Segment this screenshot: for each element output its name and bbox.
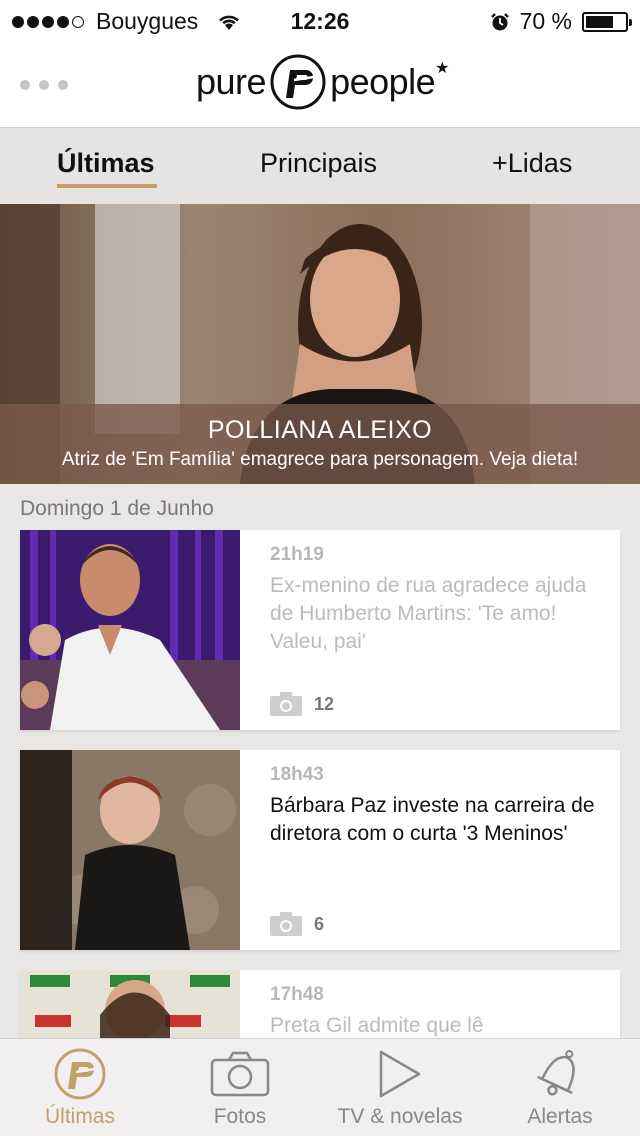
article-time: 21h19 [270,544,324,565]
status-bar: Bouygues 12:26 70 % [0,0,640,42]
hero-caption: POLLIANA ALEIXO Atriz de 'Em Família' em… [0,404,640,484]
bottom-tab-bar: Últimas Fotos TV & novelas Alertas [0,1038,640,1136]
purepeople-logo-icon [54,1048,106,1100]
tabbar-item-tv-novelas[interactable]: TV & novelas [330,1045,470,1129]
tabbar-label: Últimas [44,1105,115,1128]
camera-icon [210,1051,270,1097]
section-tabs: Últimas Principais +Lidas [0,128,640,204]
tabbar-label: TV & novelas [337,1105,463,1128]
logo-text-pure: pure [196,61,267,102]
tab-ultimas[interactable]: Últimas [57,148,155,179]
hero-title: POLLIANA ALEIXO [207,416,433,444]
hero-subtitle: Atriz de 'Em Família' emagrece para pers… [61,449,579,470]
date-section-label: Domingo 1 de Junho [20,497,214,520]
article-headline: Bárbara Paz investe na carreira de diret… [270,794,595,845]
photo-count-value: 12 [314,693,335,714]
logo-star: ★ [435,60,450,77]
tab-principais[interactable]: Principais [260,148,377,179]
active-tab-indicator [57,184,157,188]
article-headline: Ex-menino de rua agradece ajuda de Humbe… [270,574,587,653]
news-thumbnail [20,530,240,730]
photo-count: 6 [270,912,324,936]
camera-icon [270,692,302,716]
camera-icon [270,912,302,936]
photo-count: 12 [270,692,334,716]
tabbar-item-alertas[interactable]: Alertas [515,1045,605,1129]
article-time: 17h48 [270,984,324,1005]
logo-text-people: people [330,61,436,102]
bell-icon [537,1050,575,1096]
play-icon [379,1050,421,1098]
article-time: 18h43 [270,764,324,785]
tab-mais-lidas[interactable]: +Lidas [492,148,572,179]
news-card[interactable]: 18h43 Bárbara Paz investe na carreira de… [20,750,620,950]
tabbar-item-ultimas[interactable]: Últimas [30,1045,130,1129]
battery-icon [582,11,632,32]
battery-percent: 70 % [519,8,572,34]
app-header: pure people ★ [0,42,640,128]
more-menu-icon[interactable] [20,80,68,90]
news-thumbnail [20,750,240,950]
app-logo: pure people ★ [196,52,450,112]
news-card[interactable]: 21h19 Ex-menino de rua agradece ajuda de… [20,530,620,730]
hero-featured-story[interactable]: POLLIANA ALEIXO Atriz de 'Em Família' em… [0,204,640,484]
tabbar-label: Fotos [213,1105,267,1128]
tabbar-item-fotos[interactable]: Fotos [190,1045,290,1129]
photo-count-value: 6 [314,913,325,934]
purepeople-logo-icon [270,54,326,110]
tabbar-label: Alertas [527,1105,593,1128]
alarm-clock-icon [490,12,509,30]
article-headline: Preta Gil admite que lê [270,1014,484,1037]
